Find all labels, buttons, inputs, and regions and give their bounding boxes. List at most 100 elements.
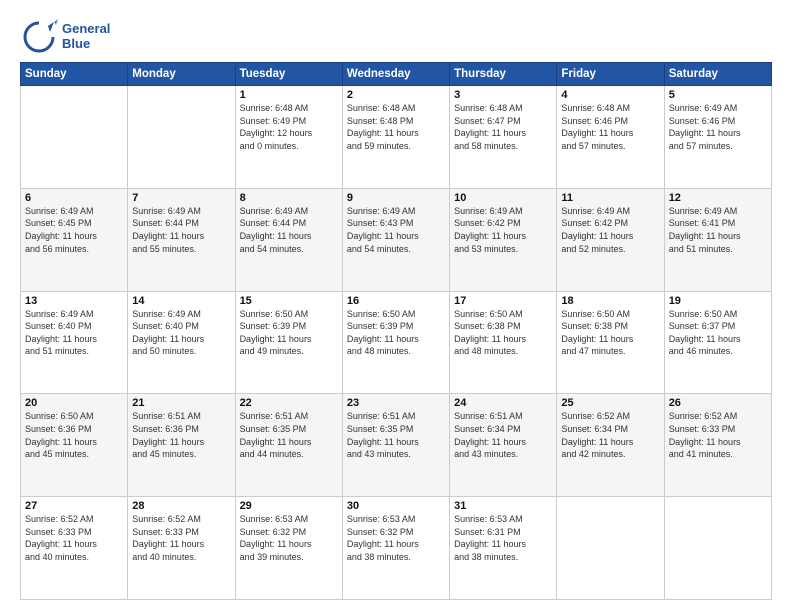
- day-info: Sunrise: 6:49 AM Sunset: 6:46 PM Dayligh…: [669, 102, 767, 152]
- day-info: Sunrise: 6:53 AM Sunset: 6:32 PM Dayligh…: [347, 513, 445, 563]
- day-info: Sunrise: 6:48 AM Sunset: 6:48 PM Dayligh…: [347, 102, 445, 152]
- day-number: 4: [561, 89, 659, 101]
- day-info: Sunrise: 6:48 AM Sunset: 6:49 PM Dayligh…: [240, 102, 338, 152]
- day-info: Sunrise: 6:50 AM Sunset: 6:38 PM Dayligh…: [561, 308, 659, 358]
- header-tuesday: Tuesday: [235, 63, 342, 86]
- day-info: Sunrise: 6:48 AM Sunset: 6:47 PM Dayligh…: [454, 102, 552, 152]
- calendar-cell: 16Sunrise: 6:50 AM Sunset: 6:39 PM Dayli…: [342, 291, 449, 394]
- day-info: Sunrise: 6:49 AM Sunset: 6:43 PM Dayligh…: [347, 205, 445, 255]
- header: GeneralBlue: [20, 18, 772, 56]
- day-info: Sunrise: 6:52 AM Sunset: 6:33 PM Dayligh…: [669, 410, 767, 460]
- calendar-cell: 28Sunrise: 6:52 AM Sunset: 6:33 PM Dayli…: [128, 497, 235, 600]
- week-row-2: 13 Sunrise: 6:49 AM Sunset: 6:40 PM Dayli…: [21, 291, 772, 394]
- calendar-cell: 31Sunrise: 6:53 AM Sunset: 6:31 PM Dayli…: [450, 497, 557, 600]
- day-info: Sunrise: 6:51 AM Sunset: 6:35 PM Dayligh…: [347, 410, 445, 460]
- logo-svg: [20, 18, 58, 56]
- header-wednesday: Wednesday: [342, 63, 449, 86]
- calendar-cell: [21, 86, 128, 189]
- day-info: Sunrise: 6:49 AM Sunset: 6:42 PM Dayligh…: [561, 205, 659, 255]
- day-number: 10: [454, 192, 552, 204]
- calendar-cell: [664, 497, 771, 600]
- day-number: 13: [25, 295, 123, 307]
- day-info: Sunrise: 6:50 AM Sunset: 6:36 PM Dayligh…: [25, 410, 123, 460]
- week-row-1: 6Sunrise: 6:49 AM Sunset: 6:45 PM Daylig…: [21, 188, 772, 291]
- calendar-cell: 1Sunrise: 6:48 AM Sunset: 6:49 PM Daylig…: [235, 86, 342, 189]
- day-number: 18: [561, 295, 659, 307]
- day-info: Sunrise: 6:50 AM Sunset: 6:37 PM Dayligh…: [669, 308, 767, 358]
- day-info: Sunrise: 6:53 AM Sunset: 6:32 PM Dayligh…: [240, 513, 338, 563]
- day-number: 16: [347, 295, 445, 307]
- day-number: 25: [561, 397, 659, 409]
- day-number: 7: [132, 192, 230, 204]
- day-info: Sunrise: 6:49 AM Sunset: 6:45 PM Dayligh…: [25, 205, 123, 255]
- calendar-cell: 17Sunrise: 6:50 AM Sunset: 6:38 PM Dayli…: [450, 291, 557, 394]
- day-number: 17: [454, 295, 552, 307]
- day-number: 15: [240, 295, 338, 307]
- day-number: 11: [561, 192, 659, 204]
- day-info: Sunrise: 6:50 AM Sunset: 6:39 PM Dayligh…: [347, 308, 445, 358]
- day-number: 21: [132, 397, 230, 409]
- day-number: 30: [347, 500, 445, 512]
- calendar-cell: 15Sunrise: 6:50 AM Sunset: 6:39 PM Dayli…: [235, 291, 342, 394]
- day-info: Sunrise: 6:51 AM Sunset: 6:34 PM Dayligh…: [454, 410, 552, 460]
- day-number: 27: [25, 500, 123, 512]
- day-number: 6: [25, 192, 123, 204]
- day-info: Sunrise: 6:49 AM Sunset: 6:44 PM Dayligh…: [132, 205, 230, 255]
- day-info: Sunrise: 6:49 AM Sunset: 6:42 PM Dayligh…: [454, 205, 552, 255]
- calendar-cell: 3Sunrise: 6:48 AM Sunset: 6:47 PM Daylig…: [450, 86, 557, 189]
- day-number: 26: [669, 397, 767, 409]
- week-row-4: 27 Sunrise: 6:52 AM Sunset: 6:33 PM Dayli…: [21, 497, 772, 600]
- day-number: 8: [240, 192, 338, 204]
- calendar-cell: 13Sunrise: 6:49 AM Sunset: 6:40 PM Dayli…: [21, 291, 128, 394]
- calendar-header-row: SundayMondayTuesdayWednesdayThursdayFrid…: [21, 63, 772, 86]
- day-info: Sunrise: 6:51 AM Sunset: 6:36 PM Dayligh…: [132, 410, 230, 460]
- calendar-cell: 25Sunrise: 6:52 AM Sunset: 6:34 PM Dayli…: [557, 394, 664, 497]
- day-number: 29: [240, 500, 338, 512]
- header-friday: Friday: [557, 63, 664, 86]
- day-info: Sunrise: 6:49 AM Sunset: 6:40 PM Dayligh…: [132, 308, 230, 358]
- calendar-cell: 5Sunrise: 6:49 AM Sunset: 6:46 PM Daylig…: [664, 86, 771, 189]
- calendar-cell: 20Sunrise: 6:50 AM Sunset: 6:36 PM Dayli…: [21, 394, 128, 497]
- day-number: 2: [347, 89, 445, 101]
- calendar: SundayMondayTuesdayWednesdayThursdayFrid…: [20, 62, 772, 600]
- page: GeneralBlue SundayMondayTuesdayWednesday…: [0, 0, 792, 612]
- header-thursday: Thursday: [450, 63, 557, 86]
- calendar-cell: 22Sunrise: 6:51 AM Sunset: 6:35 PM Dayli…: [235, 394, 342, 497]
- header-monday: Monday: [128, 63, 235, 86]
- day-number: 3: [454, 89, 552, 101]
- day-number: 12: [669, 192, 767, 204]
- day-info: Sunrise: 6:52 AM Sunset: 6:34 PM Dayligh…: [561, 410, 659, 460]
- calendar-cell: 4Sunrise: 6:48 AM Sunset: 6:46 PM Daylig…: [557, 86, 664, 189]
- day-number: 24: [454, 397, 552, 409]
- calendar-cell: 18Sunrise: 6:50 AM Sunset: 6:38 PM Dayli…: [557, 291, 664, 394]
- calendar-cell: 24Sunrise: 6:51 AM Sunset: 6:34 PM Dayli…: [450, 394, 557, 497]
- day-number: 14: [132, 295, 230, 307]
- calendar-cell: 8Sunrise: 6:49 AM Sunset: 6:44 PM Daylig…: [235, 188, 342, 291]
- calendar-cell: 27Sunrise: 6:52 AM Sunset: 6:33 PM Dayli…: [21, 497, 128, 600]
- day-number: 28: [132, 500, 230, 512]
- day-info: Sunrise: 6:50 AM Sunset: 6:38 PM Dayligh…: [454, 308, 552, 358]
- day-info: Sunrise: 6:53 AM Sunset: 6:31 PM Dayligh…: [454, 513, 552, 563]
- calendar-cell: 11Sunrise: 6:49 AM Sunset: 6:42 PM Dayli…: [557, 188, 664, 291]
- calendar-cell: [557, 497, 664, 600]
- calendar-cell: 21Sunrise: 6:51 AM Sunset: 6:36 PM Dayli…: [128, 394, 235, 497]
- logo: GeneralBlue: [20, 18, 110, 56]
- calendar-cell: 30Sunrise: 6:53 AM Sunset: 6:32 PM Dayli…: [342, 497, 449, 600]
- day-info: Sunrise: 6:49 AM Sunset: 6:44 PM Dayligh…: [240, 205, 338, 255]
- week-row-3: 20Sunrise: 6:50 AM Sunset: 6:36 PM Dayli…: [21, 394, 772, 497]
- day-number: 31: [454, 500, 552, 512]
- day-info: Sunrise: 6:49 AM Sunset: 6:41 PM Dayligh…: [669, 205, 767, 255]
- day-info: Sunrise: 6:48 AM Sunset: 6:46 PM Dayligh…: [561, 102, 659, 152]
- calendar-cell: 29Sunrise: 6:53 AM Sunset: 6:32 PM Dayli…: [235, 497, 342, 600]
- header-saturday: Saturday: [664, 63, 771, 86]
- calendar-cell: 6Sunrise: 6:49 AM Sunset: 6:45 PM Daylig…: [21, 188, 128, 291]
- day-info: Sunrise: 6:52 AM Sunset: 6:33 PM Dayligh…: [132, 513, 230, 563]
- calendar-cell: 26Sunrise: 6:52 AM Sunset: 6:33 PM Dayli…: [664, 394, 771, 497]
- calendar-cell: 7Sunrise: 6:49 AM Sunset: 6:44 PM Daylig…: [128, 188, 235, 291]
- calendar-cell: 12Sunrise: 6:49 AM Sunset: 6:41 PM Dayli…: [664, 188, 771, 291]
- calendar-cell: 2Sunrise: 6:48 AM Sunset: 6:48 PM Daylig…: [342, 86, 449, 189]
- calendar-cell: 19Sunrise: 6:50 AM Sunset: 6:37 PM Dayli…: [664, 291, 771, 394]
- week-row-0: 1Sunrise: 6:48 AM Sunset: 6:49 PM Daylig…: [21, 86, 772, 189]
- day-number: 23: [347, 397, 445, 409]
- logo-text: GeneralBlue: [62, 22, 110, 52]
